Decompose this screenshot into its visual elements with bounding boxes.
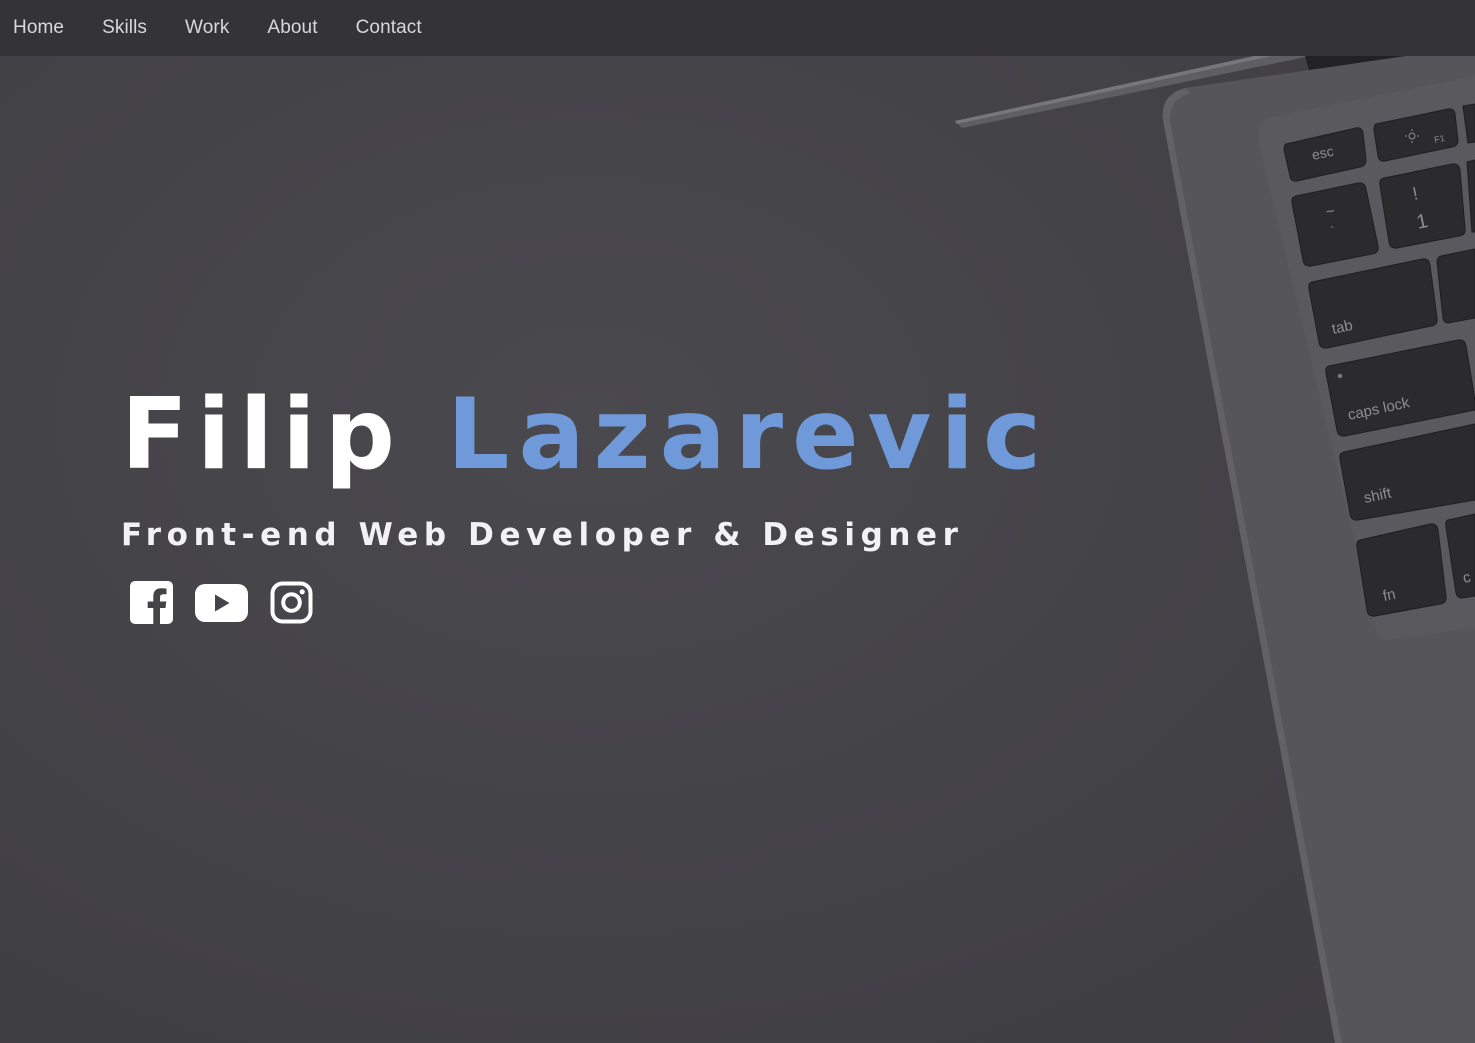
hero-title: Filip Lazarevic [121, 380, 1050, 490]
facebook-icon [130, 581, 173, 624]
key-q [1436, 248, 1475, 324]
key-label-f1: F1 [1433, 133, 1445, 145]
hero-section: Filip Lazarevic Front-end Web Developer … [121, 380, 1050, 629]
hero-subtitle: Front-end Web Developer & Designer [121, 517, 964, 553]
nav-contact-link[interactable]: Contact [356, 17, 422, 39]
page: Home Skills Work About Contact esc F1 ~ … [0, 0, 1475, 1043]
top-nav: Home Skills Work About Contact [0, 0, 1475, 56]
youtube-icon [195, 583, 248, 622]
nav-skills-link[interactable]: Skills [102, 17, 147, 39]
key-tilde [1291, 182, 1379, 267]
hero-first-name: Filip [121, 378, 404, 492]
nav-work-link[interactable]: Work [185, 17, 229, 39]
facebook-link[interactable] [130, 581, 173, 629]
key-1 [1379, 163, 1466, 249]
instagram-icon [270, 581, 313, 624]
social-links [130, 581, 1050, 629]
instagram-link[interactable] [270, 581, 313, 629]
youtube-link[interactable] [195, 583, 248, 627]
caps-lock-led [1337, 373, 1343, 379]
key-fn [1356, 523, 1447, 617]
hero-last-name: Lazarevic [447, 378, 1051, 492]
nav-home-link[interactable]: Home [13, 17, 64, 39]
nav-about-link[interactable]: About [267, 17, 317, 39]
